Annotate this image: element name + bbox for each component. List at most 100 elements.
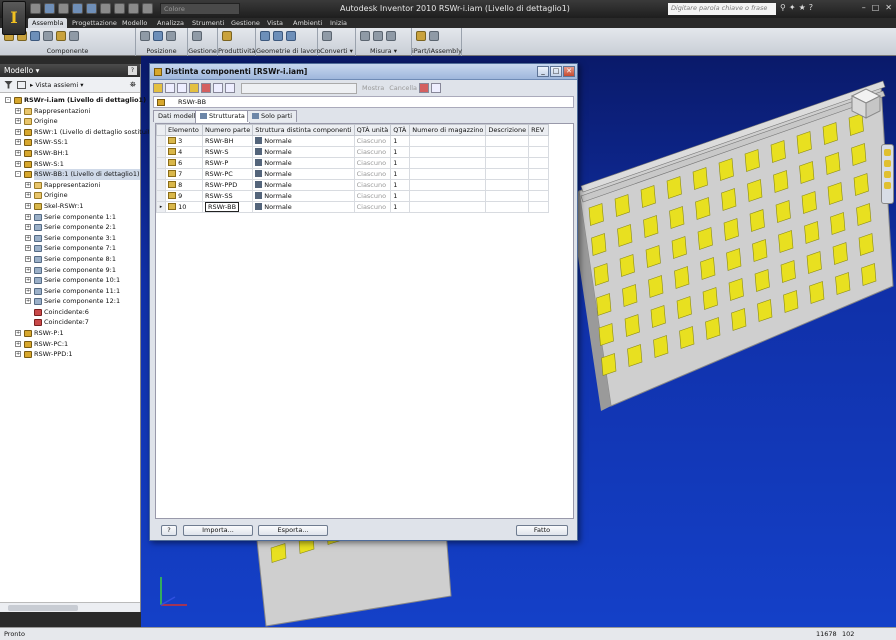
expand-icon[interactable]: + [15,139,21,146]
cell-qta[interactable]: 1 [390,146,411,158]
help-icon[interactable]: ? [809,3,813,12]
measure-loop-icon[interactable] [386,31,396,41]
expand-icon[interactable]: + [25,255,31,262]
tab-progettazione[interactable]: Progettazione [68,18,121,28]
cell-descrizione[interactable] [485,168,530,180]
cell-descrizione[interactable] [485,179,530,191]
tab-analizza[interactable]: Analizza [153,18,188,28]
look-icon[interactable] [884,182,891,189]
material-icon[interactable] [142,3,153,14]
tree-item[interactable]: + Skel-RSWr:1 [0,201,140,212]
table-row[interactable]: 9 RSWr-SS Normale Ciascuno 1 [156,190,550,202]
find-icon[interactable]: ⛯ [130,80,136,90]
rotate-icon[interactable] [166,31,176,41]
expand-icon[interactable]: + [15,340,21,347]
star-icon[interactable]: ★ [799,3,806,12]
expand-icon[interactable]: + [25,192,31,199]
expand-icon[interactable]: + [15,330,21,337]
cell-rev[interactable] [528,157,550,169]
tab-modello[interactable]: Modello [118,18,151,28]
column-header-qta[interactable]: QTÀ [390,124,411,136]
expand-icon[interactable]: + [25,202,31,209]
cell-elemento[interactable]: 6 [165,157,203,169]
cell-qta-unita[interactable]: Ciascuno [353,190,392,202]
sort-icon[interactable] [177,83,187,93]
tab-inizia[interactable]: Inizia [326,18,351,28]
help-search-input[interactable]: Digitare parola chiave o frase [668,3,776,15]
mostra-button[interactable]: Mostra [362,84,384,92]
application-menu-button[interactable]: I [2,1,26,35]
column-header-descrizione[interactable]: Descrizione [485,124,530,136]
dialog-maximize-button[interactable]: □ [550,66,562,77]
tree-item[interactable]: + Serie componente 9:1 [0,265,140,276]
work-plane-icon[interactable] [260,31,270,41]
column-header-elemento[interactable]: Elemento [165,124,203,136]
tab-gestione[interactable]: Gestione [227,18,264,28]
viewcube[interactable] [848,86,882,120]
tab-ambienti[interactable]: Ambienti [289,18,326,28]
cell-struttura[interactable]: Normale [252,135,355,147]
row-header[interactable] [156,190,166,202]
tree-item[interactable]: + Serie componente 8:1 [0,254,140,265]
expand-icon[interactable]: + [25,181,31,188]
filter-icon[interactable] [165,83,175,93]
tab-vista[interactable]: Vista [263,18,287,28]
color-select[interactable]: Colore [160,3,240,15]
cell-numero-parte[interactable]: RSWr-P [201,157,254,169]
bom-grid[interactable]: Elemento Numero parte Struttura distinta… [155,123,574,519]
expand-icon[interactable]: + [25,277,31,284]
done-button[interactable]: Fatto [516,525,568,536]
column-header-struttura[interactable]: Struttura distinta componenti [252,124,355,136]
cell-numero-magazzino[interactable] [409,135,487,147]
row-header[interactable]: ▸ [156,201,166,213]
move-icon[interactable] [153,31,163,41]
expand-icon[interactable]: + [15,160,21,167]
cell-rev[interactable] [528,146,550,158]
expand-icon[interactable]: + [25,213,31,220]
tree-item[interactable]: + Serie componente 10:1 [0,275,140,286]
tree-item[interactable]: + RSWr-PC:1 [0,339,140,350]
tree-item[interactable]: + RSWr-P:1 [0,328,140,339]
orbit-icon[interactable] [884,171,891,178]
tab-strutturata[interactable]: Strutturata [195,110,250,123]
cell-qta-unita[interactable]: Ciascuno [353,179,392,191]
tree-item[interactable]: + Serie componente 2:1 [0,222,140,233]
cell-elemento[interactable]: 4 [165,146,203,158]
tree-item[interactable]: + RSWr-SS:1 [0,137,140,148]
maximize-button[interactable]: □ [872,3,880,12]
work-axis-icon[interactable] [273,31,283,41]
cell-qta[interactable]: 1 [390,201,411,213]
save-icon[interactable] [58,3,69,14]
mirror-icon[interactable] [43,31,53,41]
bom-settings-icon[interactable] [419,83,429,93]
navigation-bar[interactable] [881,144,894,204]
cell-qta-unita[interactable]: Ciascuno [353,201,392,213]
cell-struttura[interactable]: Normale [252,168,355,180]
cell-struttura[interactable]: Normale [252,157,355,169]
tree-item[interactable]: + RSWr:1 (Livello di dettaglio sostituito… [0,127,161,138]
export-icon[interactable] [213,83,223,93]
view-dropdown[interactable]: ▸ Vista assiemi ▾ [30,81,83,89]
cell-descrizione[interactable] [485,146,530,158]
undo-icon[interactable] [72,3,83,14]
cell-descrizione[interactable] [485,190,530,202]
expand-icon[interactable]: + [15,149,21,156]
cell-qta[interactable]: 1 [390,168,411,180]
cell-descrizione[interactable] [485,157,530,169]
column-header-numero-magazzino[interactable]: Numero di magazzino [409,124,487,136]
cell-qta-unita[interactable]: Ciascuno [353,135,392,147]
cell-rev[interactable] [528,168,550,180]
panel-misura[interactable]: Misura ▾ [356,28,412,56]
cell-numero-parte[interactable]: RSWr-PPD [201,179,254,191]
tree-item[interactable]: + Serie componente 11:1 [0,286,140,297]
expand-icon[interactable]: + [15,351,21,358]
row-header[interactable] [156,179,166,191]
import-button[interactable]: Importa... [183,525,253,536]
collapse-icon[interactable]: - [5,97,11,103]
tree-item[interactable]: + Rappresentazioni [0,180,140,191]
tree-item[interactable]: + Serie componente 7:1 [0,243,140,254]
tree-item[interactable]: + Rappresentazioni [0,106,140,117]
work-point-icon[interactable] [286,31,296,41]
tree-item[interactable]: + RSWr-PPD:1 [0,349,140,360]
copy-icon[interactable] [56,31,66,41]
